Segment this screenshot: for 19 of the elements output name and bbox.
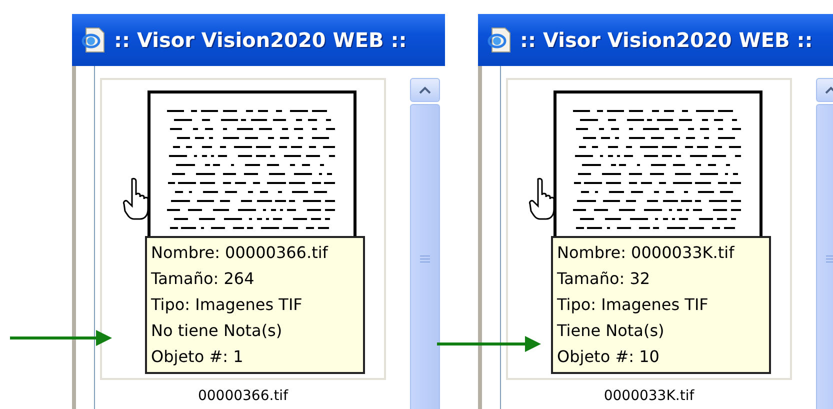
window-title: :: Visor Vision2020 WEB ::: [520, 28, 813, 52]
thumbnail-card[interactable]: Nombre: 0000033K.tif Tamaño: 32 Tipo: Imagenes TIF Tiene Nota(s) Objeto #: 10: [506, 78, 792, 380]
file-name: 0000033K.tif: [604, 388, 694, 404]
tooltip-text: Tamaño: 32: [557, 268, 652, 290]
thumbnail-card[interactable]: Nombre: 00000366.tif Tamaño: 264 Tipo: Imagenes TIF No tiene Nota(s) Objeto #: 1: [100, 78, 386, 380]
grip-icon: [420, 254, 430, 264]
file-name: 00000366.tif: [198, 388, 288, 404]
tooltip-text: Nombre: 0000033K.tif: [557, 242, 736, 264]
scrollbar[interactable]: [410, 78, 440, 409]
tooltip-text: Objeto #: 10: [557, 346, 660, 368]
tooltip-text: Objeto #: 1: [151, 346, 244, 368]
tooltip-text: Tipo: Imagenes TIF: [557, 294, 710, 316]
tooltip-text: Tiene Nota(s): [557, 320, 666, 342]
grip-icon: [826, 254, 833, 264]
tooltip-text: Tipo: Imagenes TIF: [151, 294, 304, 316]
tooltip-text: Nombre: 00000366.tif: [151, 242, 330, 264]
window-title: :: Visor Vision2020 WEB ::: [114, 28, 407, 52]
tooltip-text: No tiene Nota(s): [151, 320, 284, 342]
tooltip-text: Tamaño: 264: [151, 268, 256, 290]
